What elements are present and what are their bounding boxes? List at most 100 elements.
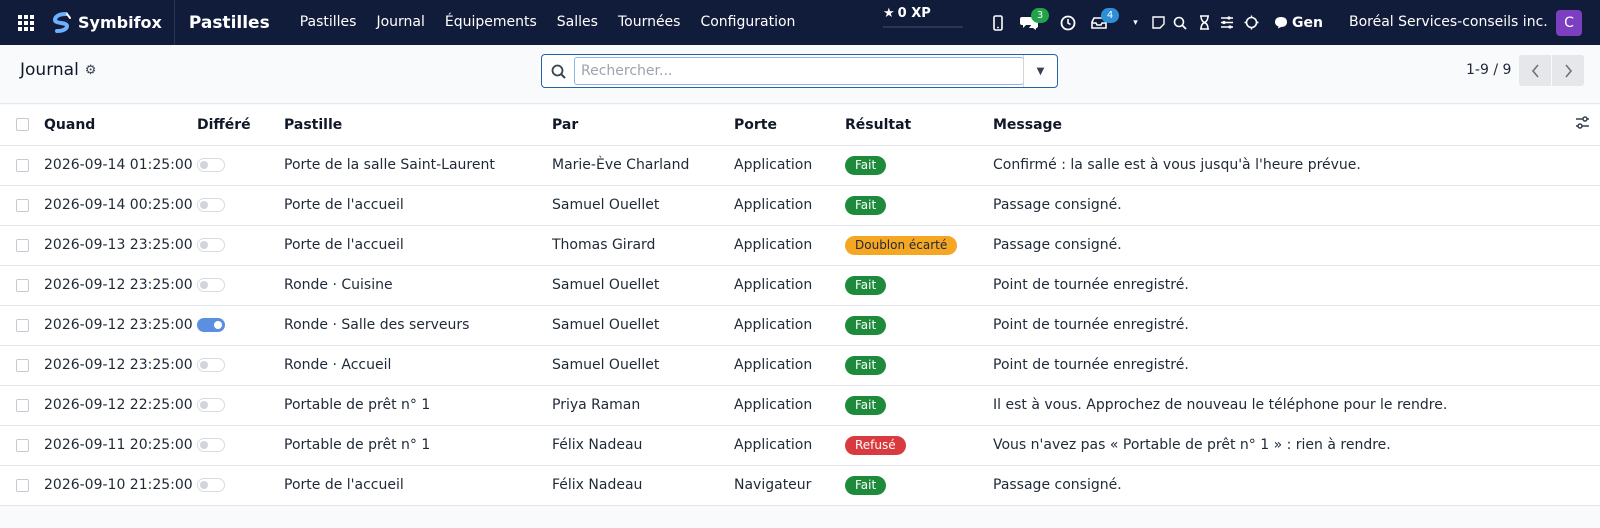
search-bar: ▼ bbox=[541, 54, 1058, 88]
cell-pastille: Ronde · Cuisine bbox=[284, 277, 393, 293]
select-all-checkbox[interactable] bbox=[16, 118, 29, 132]
pager-value[interactable]: 1-9 / 9 bbox=[1466, 62, 1511, 78]
menu-salles[interactable]: Salles bbox=[547, 0, 608, 45]
table-row[interactable]: 2026-09-14 01:25:00 Porte de la salle Sai… bbox=[0, 145, 1600, 185]
cell-door: Application bbox=[734, 277, 813, 293]
menu-pastilles[interactable]: Pastilles bbox=[290, 0, 367, 45]
pager-next-button[interactable] bbox=[1552, 55, 1584, 86]
table-row[interactable]: 2026-09-12 23:25:00 Ronde · Salle des ser… bbox=[0, 305, 1600, 345]
result-badge: Fait bbox=[845, 275, 887, 295]
gear-icon[interactable]: ⚙ bbox=[85, 63, 97, 78]
deferred-toggle[interactable] bbox=[197, 438, 225, 452]
cell-message: Confirmé : la salle est à vous jusqu'à l… bbox=[993, 157, 1361, 173]
apps-grid-icon[interactable] bbox=[0, 0, 52, 45]
bug-icon[interactable] bbox=[1238, 0, 1264, 45]
table-row[interactable]: 2026-09-12 23:25:00 Ronde · Accueil Samuel… bbox=[0, 345, 1600, 385]
result-badge: Fait bbox=[845, 195, 887, 215]
deferred-toggle[interactable] bbox=[197, 478, 225, 492]
optional-columns-icon[interactable] bbox=[1575, 116, 1590, 133]
menu-configuration[interactable]: Configuration bbox=[690, 0, 805, 45]
cell-message: Passage consigné. bbox=[993, 237, 1122, 253]
deferred-toggle[interactable] bbox=[197, 278, 225, 292]
deferred-toggle[interactable] bbox=[197, 198, 225, 212]
chevron-left-icon bbox=[1531, 63, 1539, 78]
result-badge: Refusé bbox=[845, 435, 906, 455]
row-checkbox[interactable] bbox=[16, 198, 29, 212]
sliders-icon[interactable] bbox=[1216, 0, 1238, 45]
column-header-by[interactable]: Par bbox=[552, 105, 734, 145]
company-switcher[interactable]: Boréal Services-conseils inc. bbox=[1349, 0, 1548, 45]
table-row[interactable]: 2026-09-12 23:25:00 Ronde · Cuisine Samuel… bbox=[0, 265, 1600, 305]
column-header-message[interactable]: Message bbox=[993, 105, 1540, 145]
clock-icon[interactable] bbox=[1055, 0, 1080, 45]
menu-equipements[interactable]: Équipements bbox=[435, 0, 547, 45]
row-checkbox[interactable] bbox=[16, 398, 29, 412]
logo[interactable]: Symbifox bbox=[52, 0, 175, 45]
table-row[interactable]: 2026-09-14 00:25:00 Porte de l'accueil Sam… bbox=[0, 185, 1600, 225]
column-header-pastille[interactable]: Pastille bbox=[284, 105, 552, 145]
deferred-toggle[interactable] bbox=[197, 318, 225, 332]
column-header-deferred[interactable]: Différé bbox=[197, 105, 284, 145]
cell-by: Samuel Ouellet bbox=[552, 317, 660, 333]
user-avatar[interactable]: C bbox=[1556, 10, 1582, 36]
row-checkbox[interactable] bbox=[16, 358, 29, 372]
journal-table: Quand Différé Pastille Par Porte Résulta… bbox=[0, 105, 1600, 506]
row-checkbox[interactable] bbox=[16, 478, 29, 492]
result-badge: Doublon écarté bbox=[845, 235, 958, 255]
result-badge: Fait bbox=[845, 475, 887, 495]
cell-pastille: Ronde · Salle des serveurs bbox=[284, 317, 470, 333]
row-checkbox[interactable] bbox=[16, 318, 29, 332]
cell-door: Application bbox=[734, 197, 813, 213]
breadcrumb: Journal ⚙ bbox=[20, 60, 96, 80]
menu-journal[interactable]: Journal bbox=[366, 0, 434, 45]
note-icon[interactable] bbox=[1148, 0, 1168, 45]
chat-bubble-icon bbox=[1275, 17, 1287, 29]
table-row[interactable]: 2026-09-10 21:25:00 Porte de l'accueil Fél… bbox=[0, 465, 1600, 505]
search-options-toggle[interactable]: ▼ bbox=[1023, 55, 1057, 87]
xp-indicator[interactable]: ★ 0 XP bbox=[883, 6, 931, 21]
chevron-right-icon bbox=[1564, 63, 1572, 78]
cell-door: Application bbox=[734, 317, 813, 333]
deferred-toggle[interactable] bbox=[197, 398, 225, 412]
pager-previous-button[interactable] bbox=[1519, 55, 1551, 86]
deferred-toggle[interactable] bbox=[197, 158, 225, 172]
column-header-result[interactable]: Résultat bbox=[845, 105, 993, 145]
cell-by: Samuel Ouellet bbox=[552, 357, 660, 373]
search-icon[interactable] bbox=[1168, 0, 1192, 45]
cell-by: Thomas Girard bbox=[552, 237, 656, 253]
cell-pastille: Porte de l'accueil bbox=[284, 237, 404, 253]
cell-pastille: Portable de prêt n° 1 bbox=[284, 397, 431, 413]
column-header-when[interactable]: Quand bbox=[44, 105, 197, 145]
table-row[interactable]: 2026-09-12 22:25:00 Portable de prêt n° 1… bbox=[0, 385, 1600, 425]
deferred-toggle[interactable] bbox=[197, 238, 225, 252]
cell-pastille: Porte de l'accueil bbox=[284, 197, 404, 213]
search-input[interactable] bbox=[574, 57, 1024, 85]
main-menu: Pastilles Journal Équipements Salles Tou… bbox=[290, 0, 806, 45]
cell-message: Point de tournée enregistré. bbox=[993, 317, 1189, 333]
activity-icon[interactable]: 4 bbox=[1086, 0, 1119, 45]
cell-door: Application bbox=[734, 157, 813, 173]
caret-down-icon[interactable]: ▾ bbox=[1123, 0, 1148, 45]
cell-by: Priya Raman bbox=[552, 397, 641, 413]
cell-by: Samuel Ouellet bbox=[552, 197, 660, 213]
column-header-door[interactable]: Porte bbox=[734, 105, 845, 145]
hourglass-icon[interactable] bbox=[1192, 0, 1216, 45]
row-checkbox[interactable] bbox=[16, 438, 29, 452]
cell-by: Marie-Ève Charland bbox=[552, 157, 690, 173]
table-row[interactable]: 2026-09-13 23:25:00 Porte de l'accueil Tho… bbox=[0, 225, 1600, 265]
result-badge: Fait bbox=[845, 355, 887, 375]
row-checkbox[interactable] bbox=[16, 278, 29, 292]
table-row[interactable]: 2026-09-11 20:25:00 Portable de prêt n° 1… bbox=[0, 425, 1600, 465]
control-panel: Journal ⚙ ▼ 1-9 / 9 bbox=[0, 45, 1600, 104]
xp-progress-bar bbox=[883, 26, 963, 28]
cell-door: Application bbox=[734, 357, 813, 373]
row-checkbox[interactable] bbox=[16, 238, 29, 252]
menu-tournees[interactable]: Tournées bbox=[608, 0, 691, 45]
cell-when: 2026-09-14 00:25:00 bbox=[44, 197, 193, 213]
app-title[interactable]: Pastilles bbox=[175, 13, 290, 33]
mobile-icon[interactable] bbox=[985, 0, 1010, 45]
deferred-toggle[interactable] bbox=[197, 358, 225, 372]
row-checkbox[interactable] bbox=[16, 158, 29, 172]
gen-assistant[interactable]: Gen bbox=[1264, 15, 1323, 31]
messages-icon[interactable]: 3 bbox=[1016, 0, 1049, 45]
